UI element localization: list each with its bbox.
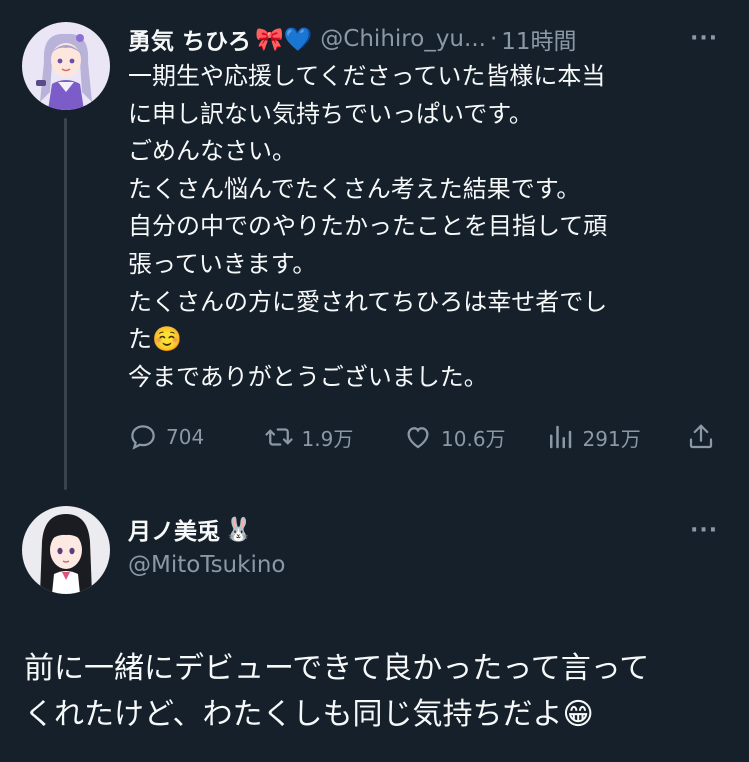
handle[interactable]: @Chihiro_yu...	[320, 26, 486, 52]
avatar-chihiro[interactable]	[22, 22, 110, 110]
reply-handle[interactable]: @MitoTsukino	[128, 552, 286, 578]
tweet-text-line: 自分の中でのやりたかったことを目指して頑	[128, 212, 608, 241]
reply-text: 前に一緒にデビューできて良かったって言って くれたけど、わたくしも同じ気持ちだよ…	[24, 646, 724, 738]
action-bar: 704 1.9万 10.6万 291万	[128, 420, 724, 454]
tweet-header: 勇気 ちひろ 🎀💙 @Chihiro_yu... · 11時間	[128, 22, 577, 56]
tweet-text-line: たくさんの方に愛されてちひろは幸せ者でし	[128, 287, 608, 316]
like-count: 10.6万	[441, 426, 506, 451]
reply-display-name[interactable]: 月ノ美兎	[128, 512, 220, 546]
retweet-icon	[264, 428, 293, 446]
views-button[interactable]: 291万	[545, 422, 687, 452]
tweet-text-line: ごめんなさい。	[128, 137, 296, 166]
avatar-mito[interactable]	[22, 506, 110, 594]
tweet-text-line: 一期生や応援してくださっていた皆様に本当	[128, 62, 606, 90]
tweet-text-line: に申し訳ない気持ちでいっぱいです。	[128, 99, 533, 128]
tweet-text-line: たくさん悩んでたくさん考えた結果です。	[128, 174, 581, 203]
views-count: 291万	[582, 426, 641, 451]
more-options-icon[interactable]: ···	[690, 26, 718, 51]
reply-icon	[131, 425, 155, 450]
like-button[interactable]: 10.6万	[403, 422, 545, 452]
tweet-text: 一期生や応援してくださっていた皆様に本当 に申し訳ない気持ちでいっぱいです。 ご…	[128, 58, 718, 396]
reply-text-line: くれたけど、わたくしも同じ気持ちだよ😁	[24, 697, 594, 732]
retweet-count: 1.9万	[301, 426, 354, 451]
tweet-text-line: 張っていきます。	[128, 249, 317, 278]
views-chart-icon	[549, 425, 571, 449]
name-emojis: 🎀💙	[255, 26, 313, 53]
reply-header: 月ノ美兎 🐰	[128, 512, 253, 546]
reply-button[interactable]: 704	[128, 422, 264, 452]
separator-dot: ·	[489, 26, 498, 52]
retweet-button[interactable]: 1.9万	[264, 422, 404, 452]
rabbit-emoji: 🐰	[224, 516, 253, 543]
display-name[interactable]: 勇気 ちひろ	[128, 22, 251, 56]
reply-text-line: 前に一緒にデビューできて良かったって言って	[24, 651, 650, 686]
thread-connector-line	[64, 118, 67, 490]
reply-count: 704	[166, 425, 205, 449]
heart-icon	[407, 427, 429, 449]
tweet-text-line: た☺️	[128, 325, 182, 354]
share-icon	[689, 424, 713, 449]
timestamp[interactable]: 11時間	[501, 22, 576, 56]
tweet-text-line: 今までありがとうございました。	[128, 362, 488, 391]
share-button[interactable]	[686, 422, 724, 452]
reply-more-options-icon[interactable]: ···	[690, 518, 718, 543]
